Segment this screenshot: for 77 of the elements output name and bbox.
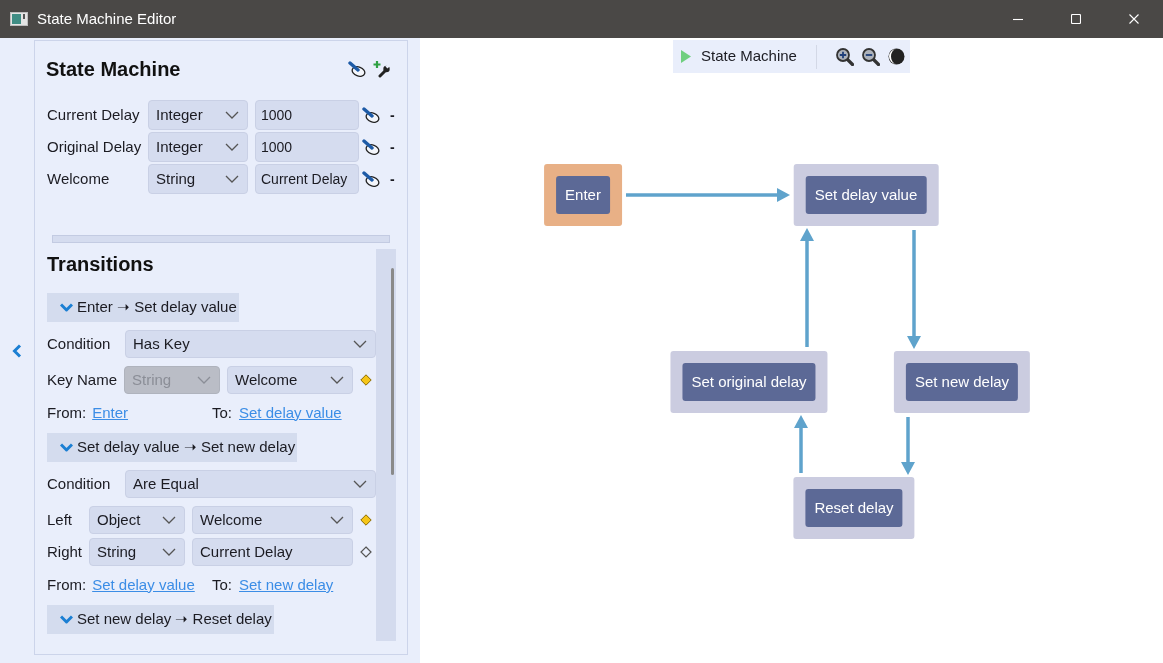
transition-header[interactable]: Set new delay ➝ Reset delay — [47, 605, 274, 634]
value-dropdown[interactable]: Welcome — [192, 506, 353, 534]
field-label: To: — [212, 574, 232, 595]
chevron-down-icon — [353, 480, 367, 488]
app-icon — [10, 12, 28, 26]
section-title: Transitions — [47, 252, 154, 276]
brush-icon[interactable] — [348, 61, 366, 77]
transition-header[interactable]: Enter ➝ Set delay value — [47, 293, 239, 322]
diamond-icon[interactable] — [360, 374, 372, 386]
field-label: Key Name — [47, 369, 118, 390]
transition-arrow — [794, 415, 808, 473]
state-node[interactable]: Set new delay — [893, 351, 1031, 413]
field-label: Right — [47, 541, 83, 562]
contrast-icon[interactable] — [887, 48, 905, 65]
state-label: Set new delay — [905, 363, 1019, 401]
condition-dropdown[interactable]: Are Equal — [125, 470, 376, 498]
value-field[interactable]: Current Delay — [255, 164, 359, 194]
state-node[interactable]: Enter — [544, 164, 622, 226]
chevron-down-icon — [353, 340, 367, 348]
toolbar-title: State Machine — [701, 46, 797, 67]
maximize-icon[interactable] — [1071, 14, 1081, 24]
type-dropdown[interactable]: Object — [89, 506, 186, 534]
state-label: Set delay value — [805, 176, 927, 214]
field-label: From: — [47, 574, 87, 595]
field-label: Condition — [47, 473, 112, 494]
scrollbar-track[interactable] — [376, 249, 396, 641]
chevron-down-icon — [330, 376, 344, 384]
window-title: State Machine Editor — [37, 8, 177, 29]
field-label: Left — [47, 509, 74, 530]
chevron-down-icon — [330, 516, 344, 524]
field-label: From: — [47, 402, 87, 423]
condition-dropdown[interactable]: Has Key — [125, 330, 376, 358]
chevron-down-icon — [225, 175, 239, 183]
type-dropdown[interactable]: String — [89, 538, 186, 566]
field-label: Condition — [47, 333, 112, 354]
variable-name: Original Delay — [47, 136, 143, 157]
transition-header[interactable]: Set delay value ➝ Set new delay — [47, 433, 298, 462]
remove-dash[interactable]: - — [390, 108, 395, 122]
scrollbar-thumb[interactable] — [391, 268, 394, 475]
zoom-out-icon[interactable] — [861, 47, 880, 66]
chevron-down-icon — [225, 111, 239, 119]
chevron-down-icon — [60, 443, 73, 452]
value-field[interactable]: 1000 — [255, 100, 359, 130]
type-dropdown[interactable]: Integer — [148, 132, 248, 162]
add-wrench-icon[interactable] — [373, 60, 391, 78]
panel-title: State Machine — [46, 57, 181, 82]
variable-name: Welcome — [47, 168, 111, 189]
type-dropdown[interactable]: String — [148, 164, 248, 194]
diamond-icon[interactable] — [360, 546, 372, 558]
chevron-down-icon — [225, 143, 239, 151]
chevron-left-icon[interactable] — [12, 343, 22, 358]
state-node[interactable]: Set delay value — [793, 164, 939, 226]
transition-arrow — [901, 417, 915, 475]
chevron-down-icon — [162, 516, 177, 524]
type-dropdown[interactable]: Integer — [148, 100, 248, 130]
brush-icon[interactable] — [362, 107, 380, 123]
state-label: Enter — [556, 176, 610, 214]
state-label: Reset delay — [805, 489, 903, 527]
value-field[interactable]: Current Delay — [192, 538, 353, 566]
chevron-down-icon — [60, 615, 73, 624]
diamond-icon[interactable] — [360, 514, 372, 526]
brush-icon[interactable] — [362, 171, 380, 187]
chevron-down-icon — [197, 376, 212, 384]
chevron-down-icon — [60, 303, 73, 312]
remove-dash[interactable]: - — [390, 140, 395, 154]
remove-dash[interactable]: - — [390, 172, 395, 186]
close-icon[interactable] — [1129, 14, 1139, 24]
variable-name: Current Delay — [47, 104, 141, 125]
brush-icon[interactable] — [362, 139, 380, 155]
chevron-down-icon — [162, 548, 177, 556]
value-field[interactable]: 1000 — [255, 132, 359, 162]
state-node[interactable]: Set original delay — [670, 351, 828, 413]
field-label: To: — [212, 402, 232, 423]
value-dropdown[interactable]: Welcome — [227, 366, 353, 394]
zoom-in-icon[interactable] — [835, 47, 854, 66]
state-label: Set original delay — [682, 363, 816, 401]
state-node[interactable]: Reset delay — [793, 477, 915, 539]
